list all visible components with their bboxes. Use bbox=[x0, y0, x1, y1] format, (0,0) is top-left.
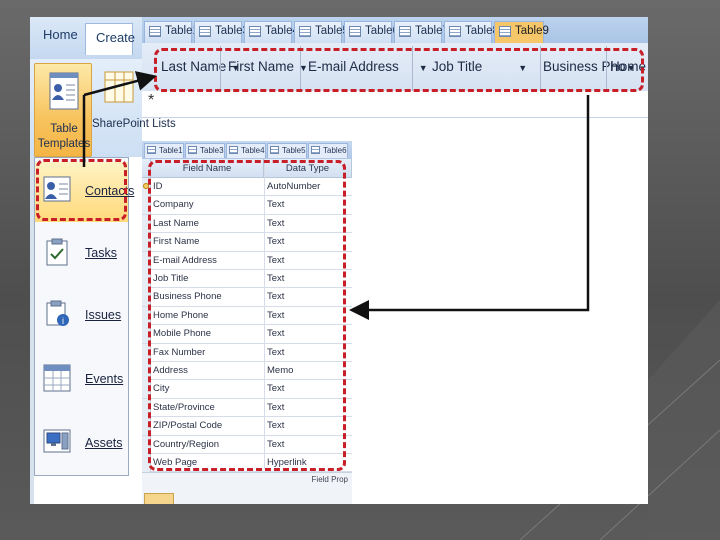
contacts-to-columns-arrow bbox=[83, 71, 157, 97]
columns-to-fields-arrow bbox=[349, 95, 590, 320]
annotation-arrows bbox=[82, 71, 590, 320]
access-screenshot: Home Create Table Templates SharePoint L… bbox=[30, 17, 648, 504]
